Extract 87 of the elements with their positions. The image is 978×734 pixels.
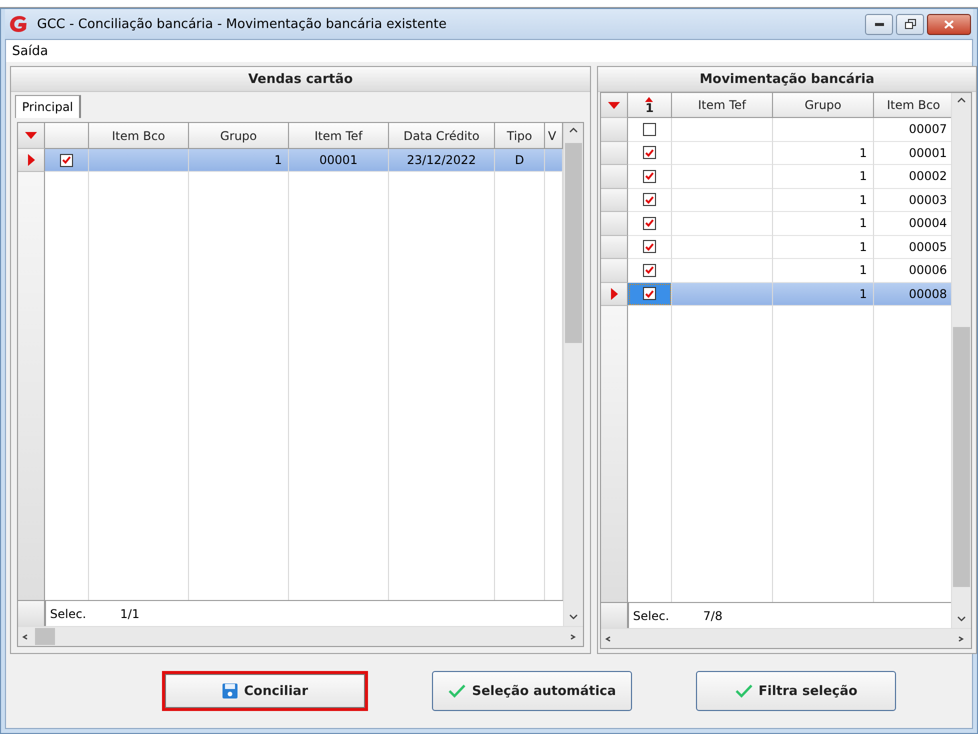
table-cell: 00003 <box>874 188 951 212</box>
row-header <box>18 601 45 626</box>
table-cell: D <box>495 149 545 172</box>
column-header[interactable]: Item Tef <box>289 123 389 149</box>
row-header <box>601 603 628 628</box>
scroll-down-icon <box>569 614 578 620</box>
horizontal-scrollbar[interactable] <box>18 626 583 646</box>
row-indicator[interactable] <box>601 142 628 165</box>
checkbox[interactable] <box>643 193 656 206</box>
column-header[interactable] <box>45 123 89 149</box>
check-icon <box>734 684 753 698</box>
table-cell: 1 <box>773 236 874 259</box>
column-header[interactable]: Item Tef <box>672 93 773 118</box>
panel-title: Movimentação bancária <box>598 67 976 92</box>
table-cell: 00001 <box>289 149 389 172</box>
row-indicator[interactable] <box>18 149 45 172</box>
checkbox[interactable] <box>643 216 656 230</box>
vertical-scrollbar[interactable] <box>563 123 583 626</box>
column-header[interactable]: V <box>545 123 563 149</box>
close-button[interactable] <box>927 14 971 34</box>
checkbox[interactable] <box>643 146 656 160</box>
scroll-down-icon <box>957 616 966 622</box>
column-header[interactable]: Item Bco <box>89 123 189 149</box>
sort-arrow-icon <box>645 96 654 102</box>
vertical-scrollbar[interactable] <box>951 93 971 628</box>
table-cell: 1 <box>773 142 874 165</box>
data-grid[interactable]: Item Bco Grupo Item Tef Data Crédito Tipo V 1 00001 23/12/2022 D Selec. 1/1 <box>17 122 584 647</box>
minimize-icon <box>874 22 884 26</box>
row-indicator[interactable] <box>601 236 628 259</box>
row-indicator[interactable] <box>601 282 628 306</box>
table-cell: 1 <box>189 149 289 172</box>
restore-button[interactable] <box>896 14 924 34</box>
checkbox[interactable] <box>60 154 73 166</box>
table-cell: 1 <box>773 212 874 236</box>
menu-triangle-icon <box>608 102 620 108</box>
scroll-up-icon <box>569 127 578 133</box>
table-cell: 1 <box>773 165 874 188</box>
column-header[interactable]: Item Bco <box>874 93 951 118</box>
sort-column-header[interactable]: 1 <box>645 96 654 114</box>
restore-icon <box>904 19 916 29</box>
column-header[interactable]: 1 <box>628 93 672 118</box>
selection-count: 1/1 <box>120 606 140 620</box>
panel-title: Vendas cartão <box>11 67 590 92</box>
row-indicator[interactable] <box>601 165 628 188</box>
table-cell <box>545 149 563 172</box>
column-header[interactable]: Tipo <box>495 123 545 149</box>
row-indicator[interactable] <box>601 188 628 212</box>
table-cell: 00005 <box>874 236 951 259</box>
save-button[interactable]: Conciliar <box>162 671 368 711</box>
checkbox[interactable] <box>643 287 656 300</box>
table-cell: 1 <box>773 282 874 306</box>
table-cell: 23/12/2022 <box>389 149 495 172</box>
column-header[interactable]: Grupo <box>773 93 874 118</box>
window-title: GCC - Conciliação bancária - Movimentação bancária existente <box>37 16 448 32</box>
menu-triangle-icon <box>25 132 37 139</box>
row-indicator[interactable] <box>601 259 628 282</box>
row-indicator[interactable] <box>601 212 628 236</box>
data-grid[interactable]: 1 Item Tef Grupo Item Bco 00007 1 00001 1 00002 1 00003 1 00004 1 00005 1 00006 1 00008 Selec. 7/8 <box>600 92 972 649</box>
close-icon <box>944 20 954 28</box>
column-header[interactable]: Grupo <box>189 123 289 149</box>
menu-item[interactable]: Saída <box>12 44 48 58</box>
tab[interactable]: Principal <box>15 95 82 118</box>
column-menu-button[interactable] <box>601 93 628 118</box>
checkbox[interactable] <box>643 170 656 183</box>
footer-label: Selec. <box>633 608 670 622</box>
column-header[interactable]: Data Crédito <box>389 123 495 149</box>
footer-label: Selec. <box>50 606 86 620</box>
column-menu-button[interactable] <box>18 123 45 149</box>
minimize-button[interactable] <box>865 14 893 34</box>
current-row-icon <box>610 288 618 300</box>
checkbox[interactable] <box>643 264 656 277</box>
table-cell: 00008 <box>874 282 951 306</box>
action-button[interactable]: Seleção automática <box>432 671 632 711</box>
app-logo-icon <box>9 15 29 33</box>
row-indicator[interactable] <box>601 118 628 142</box>
check-icon <box>448 684 466 698</box>
checkbox[interactable] <box>643 122 656 136</box>
table-cell: 00001 <box>874 142 951 165</box>
horizontal-scrollbar[interactable] <box>601 628 971 648</box>
table-cell: 1 <box>773 188 874 212</box>
current-row-icon <box>28 154 34 166</box>
scroll-up-icon <box>957 97 966 103</box>
selection-count: 7/8 <box>703 608 722 622</box>
action-button[interactable]: Filtra seleção <box>696 671 896 711</box>
checkbox[interactable] <box>643 240 656 254</box>
scrollbar-thumb[interactable] <box>35 628 55 645</box>
table-cell: 1 <box>773 259 874 282</box>
